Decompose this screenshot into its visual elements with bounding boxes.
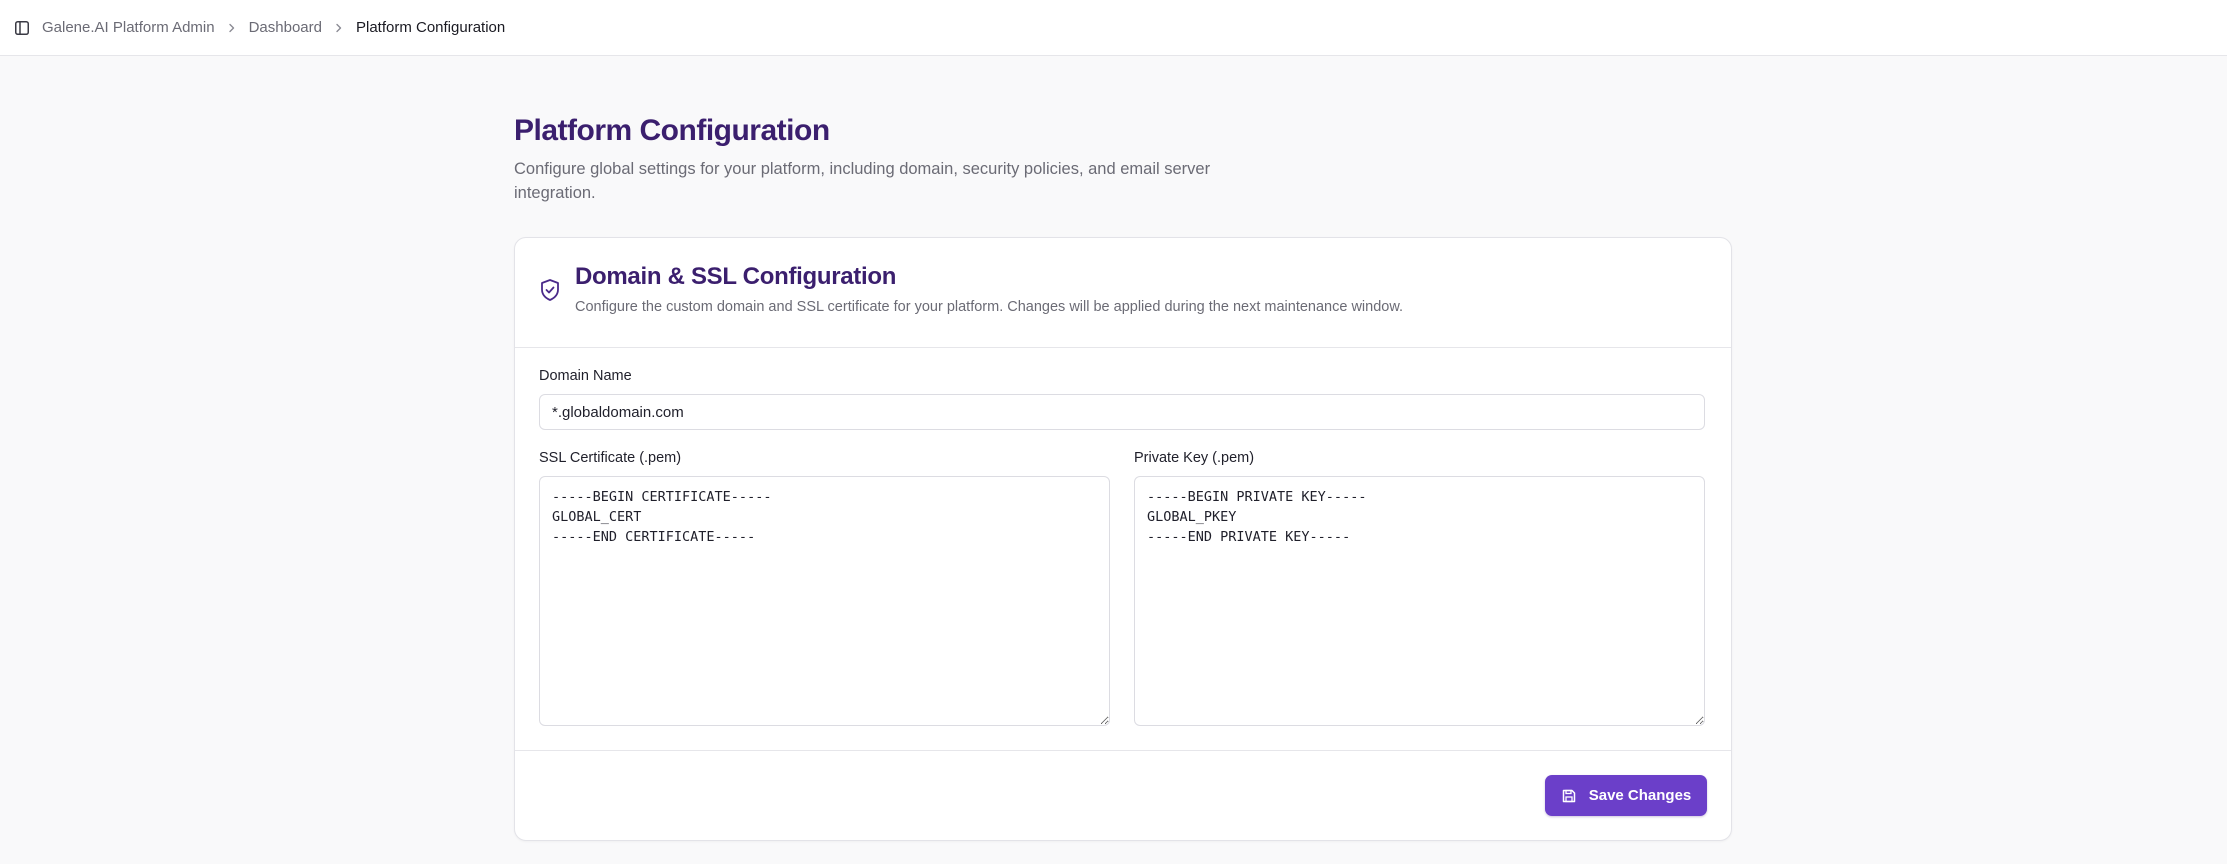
save-changes-label: Save Changes [1588, 787, 1692, 804]
shield-check-icon [539, 278, 561, 302]
main-content: Platform Configuration Configure global … [514, 56, 1732, 841]
chevron-right-icon [215, 20, 249, 36]
save-icon [1561, 788, 1577, 804]
private-key-label: Private Key (.pem) [1134, 450, 1255, 466]
domain-name-label: Domain Name [539, 368, 632, 384]
chevron-right-icon [322, 20, 356, 36]
save-changes-button[interactable]: Save Changes [1545, 775, 1707, 816]
page-title: Platform Configuration [514, 114, 830, 147]
domain-ssl-card: Domain & SSL Configuration Configure the… [514, 237, 1732, 841]
page-description: Configure global settings for your platf… [514, 160, 1211, 202]
ssl-certificate-textarea[interactable]: -----BEGIN CERTIFICATE----- GLOBAL_CERT … [539, 476, 1110, 726]
card-footer: Save Changes [515, 750, 1731, 841]
card-header: Domain & SSL Configuration Configure the… [515, 238, 1731, 348]
private-key-textarea[interactable]: -----BEGIN PRIVATE KEY----- GLOBAL_PKEY … [1134, 476, 1705, 726]
breadcrumb-item-dashboard[interactable]: Dashboard [249, 19, 322, 36]
breadcrumb-item-current: Platform Configuration [355, 19, 506, 36]
card-subtitle: Configure the custom domain and SSL cert… [575, 299, 1404, 315]
top-header: Galene.AI Platform Admin Dashboard Platf… [0, 0, 2227, 56]
sidebar-toggle-icon[interactable] [14, 20, 30, 36]
breadcrumb: Galene.AI Platform Admin Dashboard Platf… [42, 19, 505, 36]
breadcrumb-item-platform-admin[interactable]: Galene.AI Platform Admin [42, 19, 215, 36]
card-title: Domain & SSL Configuration [575, 263, 897, 290]
domain-name-input[interactable] [539, 394, 1705, 430]
ssl-certificate-label: SSL Certificate (.pem) [539, 450, 682, 466]
